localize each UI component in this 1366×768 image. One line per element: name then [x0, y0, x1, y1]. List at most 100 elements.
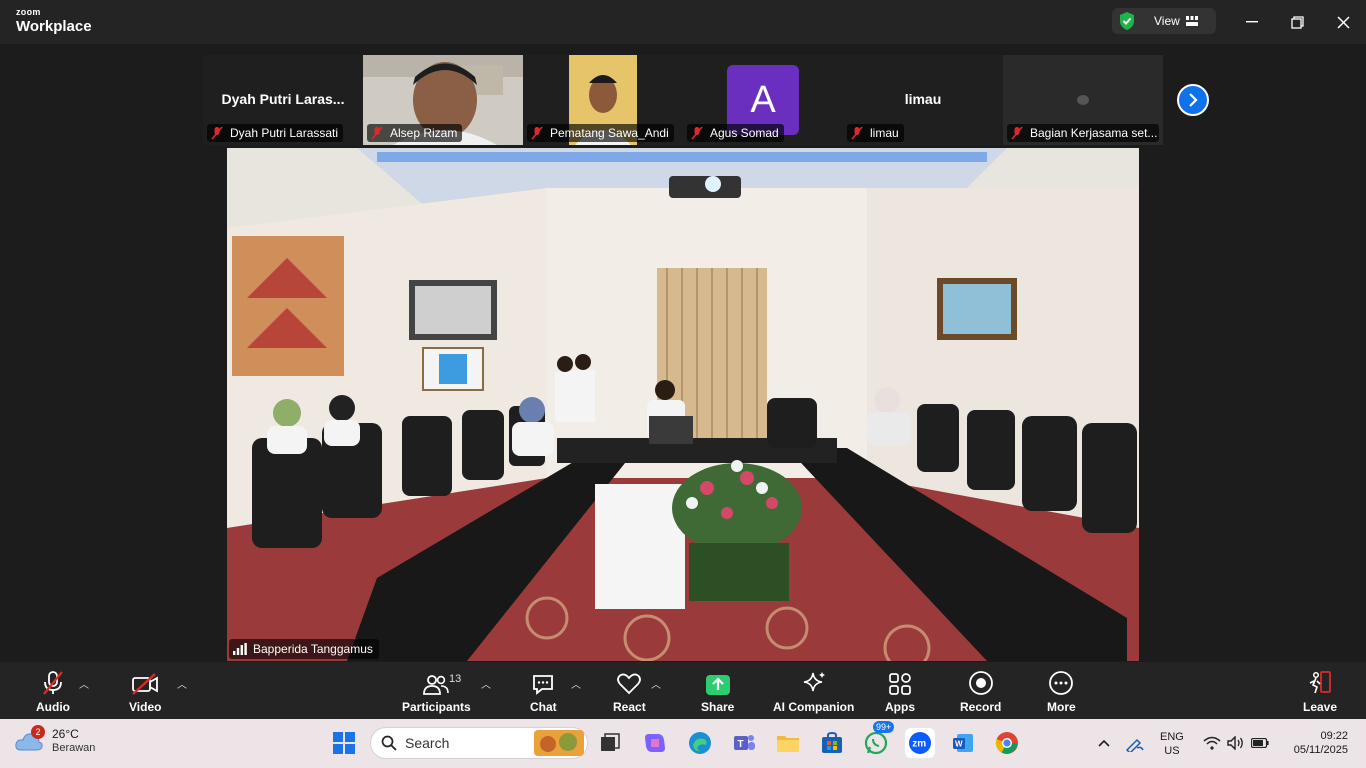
word-button[interactable]: W [949, 729, 977, 757]
store-icon [822, 731, 842, 753]
chrome-icon [995, 732, 1018, 754]
weather-widget[interactable]: 2 26°C Berawan [14, 725, 96, 756]
record-icon [968, 671, 993, 695]
chat-label: Chat [530, 700, 557, 714]
audio-label: Audio [36, 700, 70, 714]
battery-icon [1251, 738, 1269, 748]
task-view-button[interactable] [596, 729, 624, 757]
participant-name: Bagian Kerjasama set... [1030, 126, 1158, 140]
participant-name-tag: Alsep Rizam [367, 124, 463, 142]
start-button[interactable] [330, 729, 358, 757]
chrome-button[interactable] [993, 729, 1021, 757]
svg-text:zm: zm [912, 739, 926, 750]
search-icon [381, 735, 397, 751]
chat-options-caret-icon[interactable]: ︿ [571, 676, 581, 691]
windows-taskbar: 2 26°C Berawan Search T 99+ zm W ENG US … [0, 719, 1366, 768]
participant-thumbnail-strip: Dyah Putri Laras... Dyah Putri Larassati… [203, 55, 1163, 145]
record-label: Record [960, 700, 1002, 714]
title-bar: zoom Workplace View [0, 0, 1366, 44]
whatsapp-icon [864, 731, 888, 755]
participant-name: Pematang Sawa_Andi [550, 126, 669, 140]
participants-options-caret-icon[interactable]: ︿ [481, 676, 491, 691]
copilot-icon [645, 734, 665, 752]
participant-thumbnail[interactable]: Alsep Rizam [363, 55, 523, 145]
apps-button[interactable]: Apps [885, 668, 915, 714]
active-speaker-video[interactable]: Bapperida Tanggamus [227, 148, 1139, 661]
teams-button[interactable]: T [730, 729, 758, 757]
ai-companion-button[interactable]: AI Companion [773, 668, 854, 714]
show-hidden-icons-button[interactable] [1090, 729, 1118, 757]
svg-text:W: W [955, 740, 963, 749]
edge-browser-button[interactable] [686, 729, 714, 757]
react-options-caret-icon[interactable]: ︿ [651, 676, 661, 691]
restore-icon [1290, 15, 1304, 29]
participant-name: Agus Somad [710, 126, 779, 140]
participant-display-name: Dyah Putri Laras... [221, 91, 345, 107]
video-button[interactable]: Video [129, 668, 161, 714]
speaker-name-tag: Bapperida Tanggamus [229, 639, 379, 659]
chat-icon [533, 675, 554, 695]
pen-menu-button[interactable] [1121, 729, 1149, 757]
search-label: Search [405, 735, 450, 751]
language-indicator[interactable]: ENG US [1160, 730, 1184, 759]
participant-name: Dyah Putri Larassati [230, 126, 339, 140]
participant-name-tag: Dyah Putri Larassati [207, 124, 344, 142]
blurred-video-feed [1077, 95, 1089, 105]
mic-muted-icon [531, 126, 543, 140]
whatsapp-button[interactable]: 99+ [862, 721, 895, 757]
pen-icon [1125, 738, 1144, 752]
participant-thumbnail[interactable]: limau limau [843, 55, 1003, 145]
battery-status[interactable] [1246, 729, 1274, 757]
view-button[interactable]: View [1112, 8, 1216, 34]
participant-thumbnail[interactable]: Pematang Sawa_Andi [523, 55, 683, 145]
participant-name-tag: Bagian Kerjasama set... [1007, 124, 1159, 142]
mic-muted-icon [851, 126, 863, 140]
mic-muted-icon [1011, 126, 1023, 140]
whatsapp-badge: 99+ [873, 721, 895, 733]
audio-options-caret-icon[interactable]: ︿ [79, 676, 89, 691]
record-button[interactable]: Record [960, 668, 1001, 714]
leave-icon [1309, 671, 1331, 694]
minimize-button[interactable] [1240, 10, 1264, 34]
weather-badge: 2 [31, 725, 45, 739]
more-button[interactable]: More [1047, 668, 1076, 714]
taskbar-search-box[interactable]: Search [370, 727, 588, 759]
ai-companion-label: AI Companion [773, 700, 855, 714]
next-page-button[interactable] [1177, 84, 1209, 116]
teams-icon: T [734, 735, 755, 750]
close-button[interactable] [1331, 10, 1355, 34]
participants-icon [423, 675, 450, 695]
share-button[interactable]: Share [701, 668, 734, 714]
restore-button[interactable] [1285, 10, 1309, 34]
share-label: Share [701, 700, 735, 714]
chat-button[interactable]: Chat [530, 668, 557, 714]
word-icon: W [953, 734, 973, 752]
participants-label: Participants [402, 700, 471, 714]
participant-thumbnail[interactable]: A Agus Somad [683, 55, 843, 145]
weather-description: Berawan [52, 742, 96, 754]
file-explorer-button[interactable] [774, 729, 802, 757]
participant-name-tag: Agus Somad [687, 124, 784, 142]
minimize-icon [1246, 21, 1258, 23]
video-options-caret-icon[interactable]: ︿ [177, 676, 187, 691]
clock[interactable]: 09:22 05/11/2025 [1284, 729, 1348, 758]
microsoft-store-button[interactable] [818, 729, 846, 757]
video-off-icon [132, 673, 159, 695]
keyboard-layout: US [1164, 745, 1180, 758]
leave-button[interactable]: Leave [1303, 668, 1337, 714]
participant-thumbnail[interactable]: Dyah Putri Laras... Dyah Putri Larassati [203, 55, 363, 145]
search-highlight-image [534, 730, 584, 756]
audio-button[interactable]: Audio [36, 668, 70, 714]
react-button[interactable]: React [613, 668, 646, 714]
windows-logo-icon [333, 732, 355, 754]
chevron-up-icon [1098, 739, 1110, 747]
participant-thumbnail[interactable]: Bagian Kerjasama set... [1003, 55, 1163, 145]
brand-big: Workplace [16, 18, 92, 35]
zoom-logo: zoom Workplace [16, 8, 92, 35]
mic-muted-icon [43, 671, 63, 695]
close-icon [1336, 15, 1350, 29]
task-view-icon [601, 733, 620, 751]
zoom-app-button[interactable]: zm [905, 728, 935, 758]
leave-label: Leave [1303, 700, 1338, 714]
copilot-button[interactable] [641, 729, 669, 757]
